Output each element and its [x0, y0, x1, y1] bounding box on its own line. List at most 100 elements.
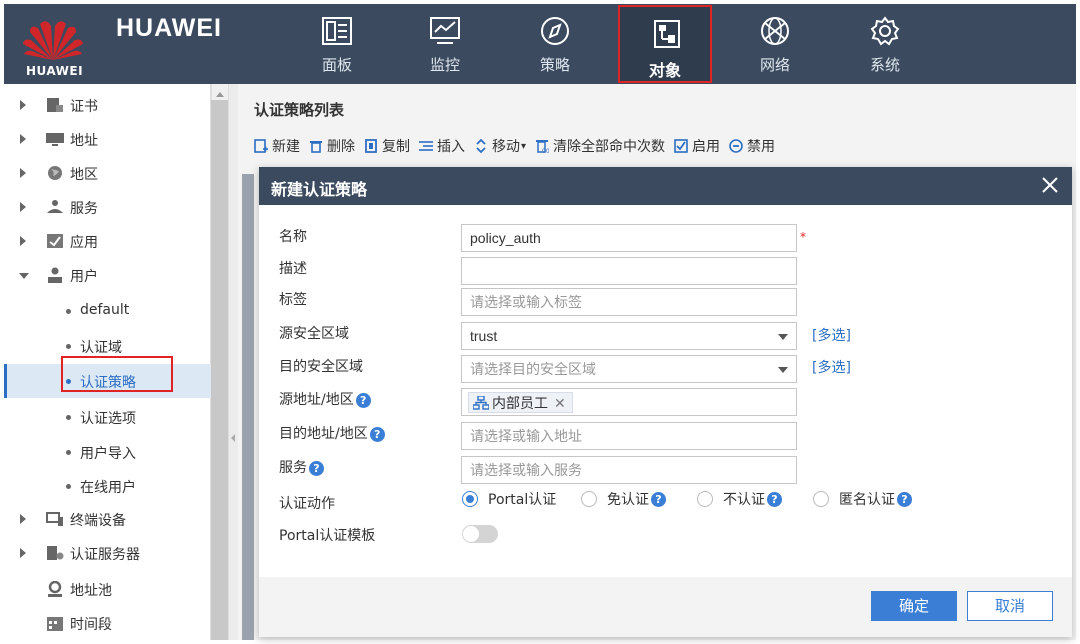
- remove-tag-icon[interactable]: ✕: [554, 390, 566, 416]
- help-icon[interactable]: ?: [369, 426, 385, 442]
- service-label: 服务?: [279, 457, 324, 477]
- new-button[interactable]: 新建: [254, 136, 300, 156]
- name-input[interactable]: policy_auth: [461, 224, 797, 252]
- description-input[interactable]: [461, 257, 797, 285]
- sidebar-subitem-online-users[interactable]: 在线用户: [4, 469, 211, 503]
- nav-object[interactable]: 对象: [618, 5, 712, 83]
- scroll-up-icon[interactable]: [216, 92, 224, 97]
- portal-template-toggle[interactable]: [462, 525, 498, 543]
- source-zone-select[interactable]: trust: [461, 322, 797, 350]
- destination-zone-multiselect-link[interactable]: [多选]: [812, 357, 851, 377]
- expand-arrow-icon: [20, 548, 26, 558]
- object-icon: [654, 20, 680, 48]
- help-icon[interactable]: ?: [355, 392, 371, 408]
- destination-address-input[interactable]: 请选择或输入地址: [461, 422, 797, 450]
- sidebar-item-address-pool[interactable]: 地址池: [4, 572, 211, 606]
- sidebar-item-label: 服务: [70, 201, 98, 217]
- nav-dashboard[interactable]: 面板: [290, 4, 384, 84]
- panel-splitter[interactable]: [228, 84, 238, 640]
- sidebar-item-label: 时间段: [70, 617, 112, 633]
- nav-system-label: 系统: [869, 56, 900, 74]
- radio-button[interactable]: [581, 491, 597, 507]
- help-icon[interactable]: ?: [651, 491, 666, 507]
- radio-auth-exempt[interactable]: 免认证 ?: [581, 489, 666, 509]
- radio-button[interactable]: [697, 491, 713, 507]
- sidebar-subitem-user-import[interactable]: 用户导入: [4, 435, 211, 469]
- sidebar-subitem-auth-options[interactable]: 认证选项: [4, 400, 211, 434]
- sidebar-item-label: 终端设备: [70, 513, 126, 529]
- help-icon[interactable]: ?: [767, 491, 782, 507]
- move-button[interactable]: 移动 ▾: [474, 136, 526, 156]
- top-header: HUAWEI HUAWEI 面板 监控 策略 对象 网络 系统: [4, 4, 1076, 84]
- insert-button[interactable]: 插入: [419, 136, 465, 156]
- cancel-button[interactable]: 取消: [967, 591, 1053, 621]
- clear-hits-label: 清除全部命中次数: [553, 139, 666, 155]
- source-zone-multiselect-link[interactable]: [多选]: [812, 325, 851, 345]
- destination-address-label: 目的地址/地区?: [279, 423, 385, 443]
- copy-button[interactable]: 复制: [364, 136, 410, 156]
- tag-input[interactable]: 请选择或输入标签: [461, 288, 797, 316]
- dropdown-caret-icon: ▾: [521, 140, 527, 152]
- certificate-icon: [47, 98, 63, 112]
- logo-text: HUAWEI: [26, 64, 84, 78]
- sidebar-subitem-default[interactable]: default: [4, 294, 211, 328]
- radio-label: Portal认证: [488, 492, 557, 508]
- sidebar-item-address[interactable]: 地址: [4, 122, 211, 156]
- help-icon[interactable]: ?: [309, 460, 324, 476]
- page-title: 认证策略列表: [254, 101, 345, 119]
- radio-button[interactable]: [462, 491, 478, 507]
- nav-monitor[interactable]: 监控: [398, 4, 492, 84]
- radio-label: 匿名认证: [839, 492, 895, 508]
- clear-counter-icon: 00: [536, 140, 549, 153]
- disable-label: 禁用: [747, 139, 776, 155]
- dialog-title: 新建认证策略: [271, 180, 368, 199]
- enable-button[interactable]: 启用: [674, 136, 720, 156]
- radio-button[interactable]: [813, 491, 829, 507]
- sidebar-item-user[interactable]: 用户: [4, 258, 211, 292]
- sidebar-item-service[interactable]: 服务: [4, 190, 211, 224]
- globe-icon: [48, 166, 62, 180]
- collapse-left-icon[interactable]: [231, 434, 235, 442]
- service-input[interactable]: 请选择或输入服务: [461, 456, 797, 484]
- minus-circle-icon: [729, 139, 743, 153]
- sidebar-item-region[interactable]: 地区: [4, 156, 211, 190]
- application-icon: [47, 234, 63, 248]
- sidebar-item-certificate[interactable]: 证书: [4, 88, 211, 122]
- sidebar-item-label: 地址池: [70, 583, 112, 599]
- nav-dashboard-label: 面板: [321, 56, 352, 74]
- sidebar-item-terminal-device[interactable]: 终端设备: [4, 502, 211, 536]
- network-icon: [761, 17, 789, 45]
- source-address-input[interactable]: 内部员工 ✕: [461, 388, 797, 416]
- sidebar-item-label: 用户: [70, 269, 98, 285]
- nav-system[interactable]: 系统: [838, 4, 932, 84]
- sidebar-scroll-thumb[interactable]: [211, 100, 228, 640]
- location-pin-icon: [48, 581, 62, 597]
- name-label: 名称: [279, 229, 307, 245]
- close-icon[interactable]: [1040, 175, 1060, 195]
- confirm-button[interactable]: 确定: [871, 591, 957, 621]
- radio-no-auth[interactable]: 不认证 ?: [697, 489, 782, 509]
- insert-icon: [419, 141, 433, 151]
- new-icon: [254, 139, 268, 153]
- radio-anonymous-auth[interactable]: 匿名认证 ?: [813, 489, 912, 509]
- disable-button[interactable]: 禁用: [729, 136, 775, 156]
- brand-name: HUAWEI: [116, 14, 222, 42]
- sidebar-item-application[interactable]: 应用: [4, 224, 211, 258]
- nav-network[interactable]: 网络: [728, 4, 822, 84]
- gear-icon: [870, 16, 900, 46]
- source-address-label: 源地址/地区?: [279, 389, 371, 409]
- sidebar-subitem-label: default: [80, 302, 130, 318]
- sidebar-subitem-label: 在线用户: [80, 480, 136, 496]
- delete-button[interactable]: 删除: [309, 136, 355, 156]
- clear-hits-button[interactable]: 00 清除全部命中次数: [535, 136, 665, 156]
- sidebar-subitem-label: 认证域: [80, 340, 122, 356]
- radio-portal-auth[interactable]: Portal认证: [462, 489, 556, 509]
- nav-policy[interactable]: 策略: [508, 4, 602, 84]
- new-auth-policy-dialog: 新建认证策略 名称 policy_auth * 描述 标签 请选择或输入标签 源…: [259, 167, 1072, 637]
- destination-zone-select[interactable]: 请选择目的安全区域: [461, 355, 797, 383]
- sidebar-item-auth-server[interactable]: 认证服务器: [4, 536, 211, 570]
- expand-arrow-icon: [20, 202, 26, 212]
- help-icon[interactable]: ?: [897, 491, 912, 507]
- source-zone-value: trust: [470, 328, 498, 344]
- sidebar-item-time-range[interactable]: 时间段: [4, 606, 211, 640]
